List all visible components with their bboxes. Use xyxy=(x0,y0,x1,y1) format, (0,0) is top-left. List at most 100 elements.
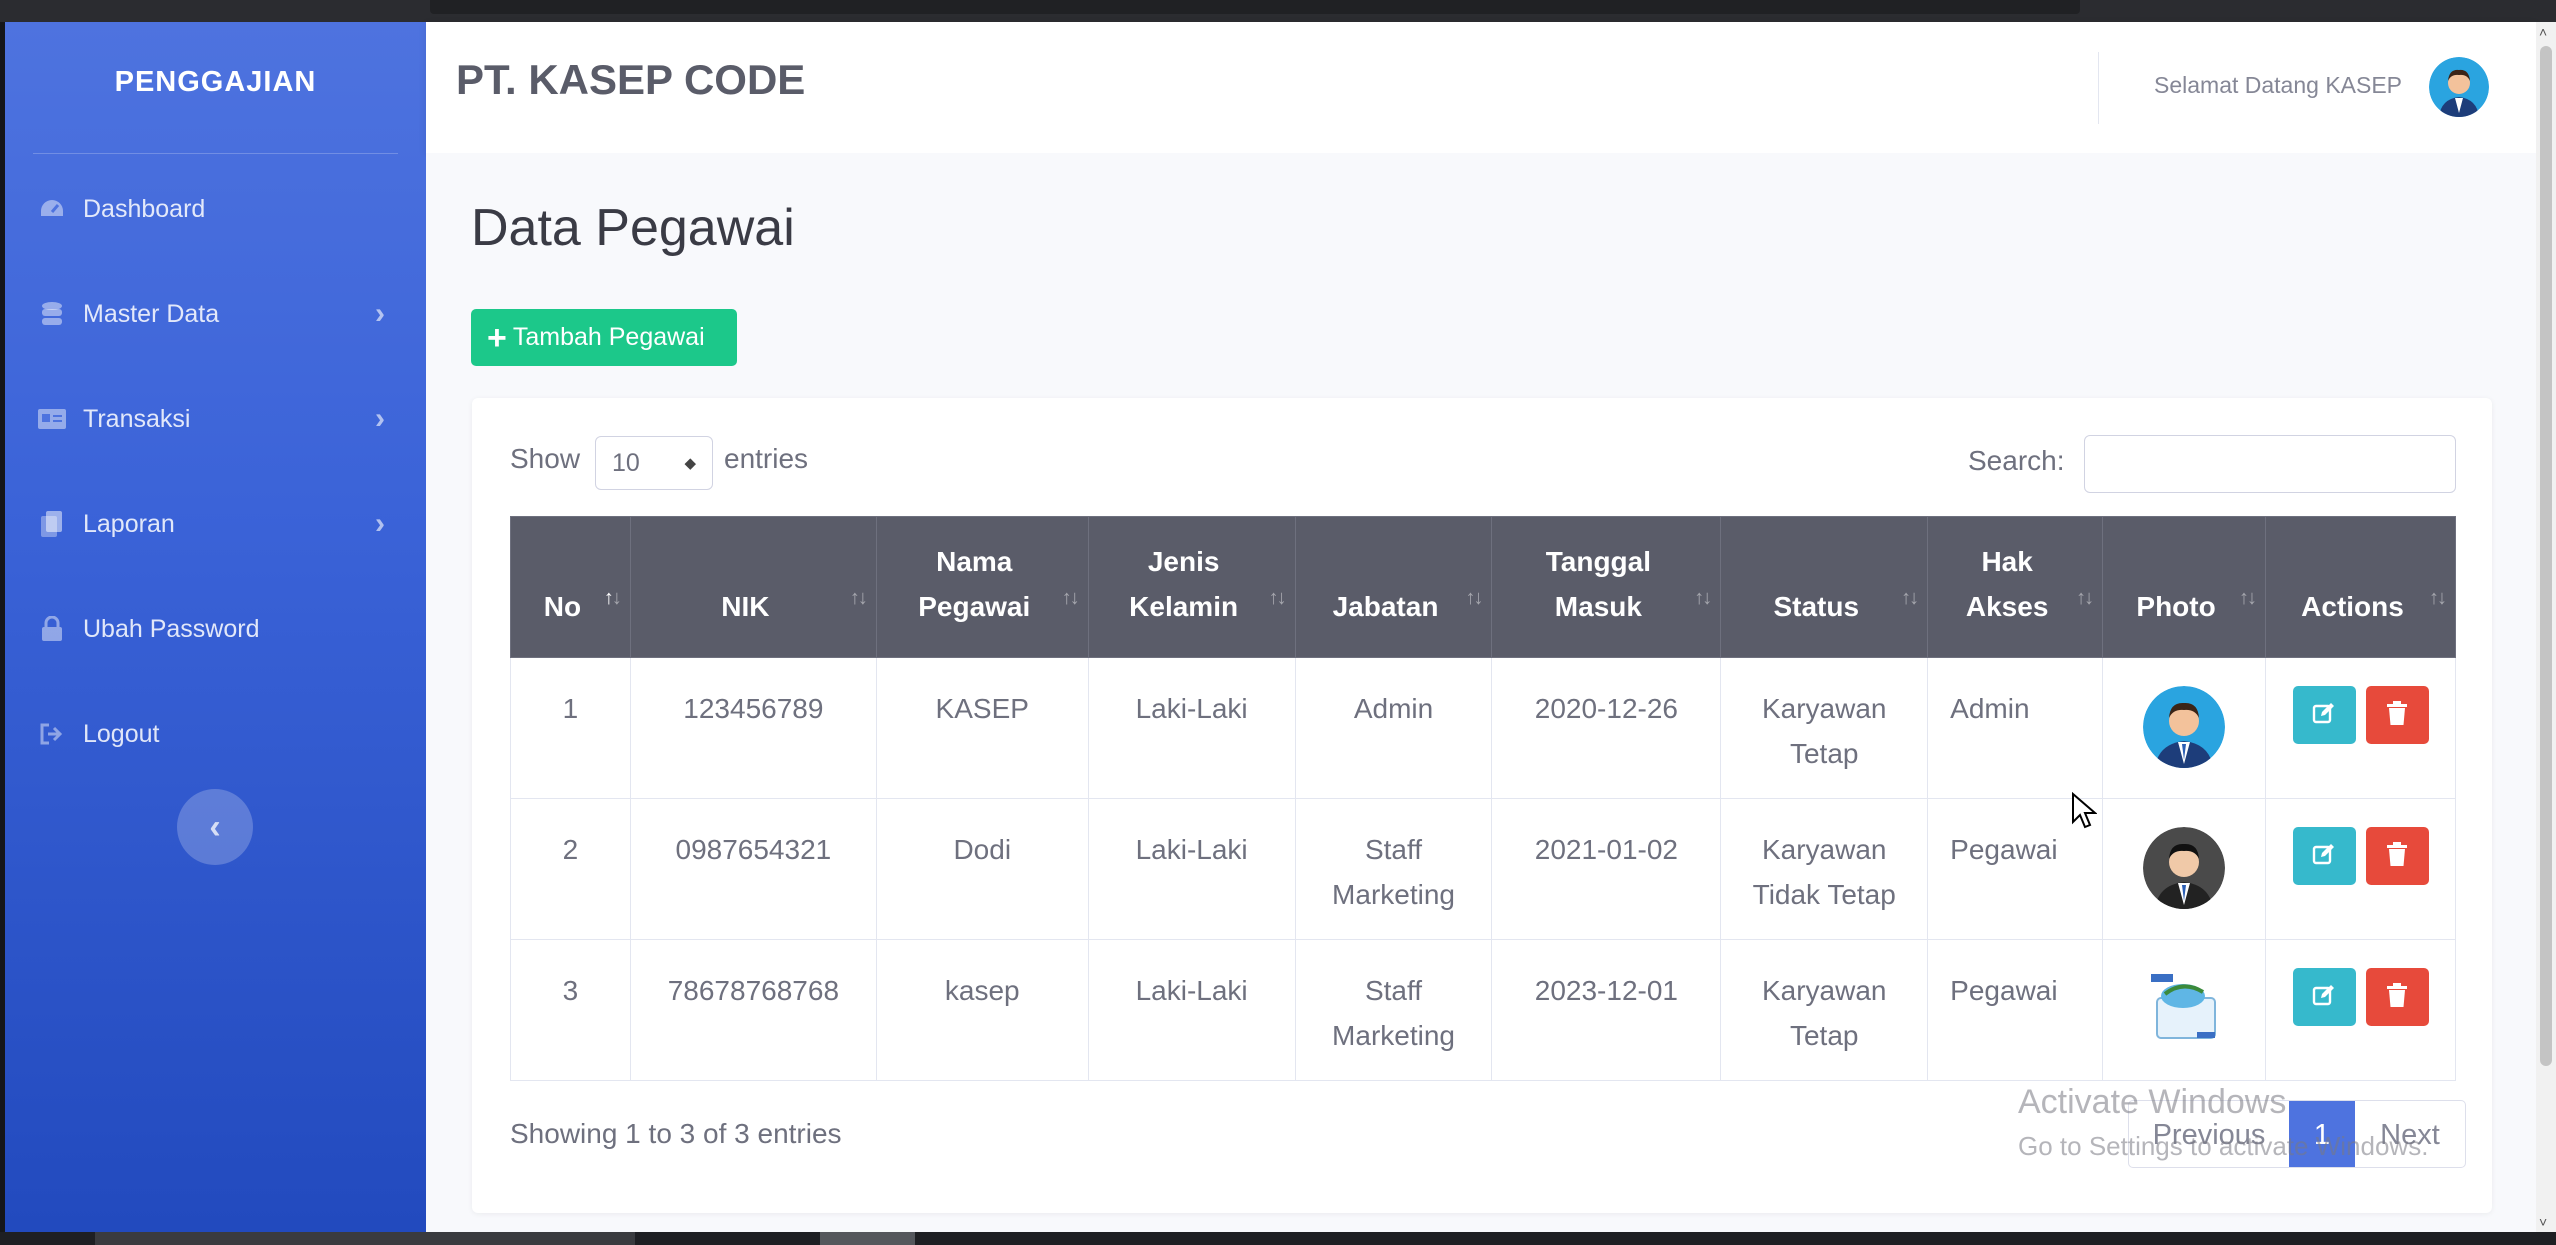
column-header-hak-akses[interactable]: Hak Akses ↑↓ xyxy=(1927,516,2104,658)
sort-icon: ↑↓ xyxy=(2239,587,2257,609)
cell-jenis-kelamin: Laki-Laki xyxy=(1087,798,1296,940)
entries-label: entries xyxy=(724,443,809,474)
cell-jabatan-line1: Staff xyxy=(1364,834,1423,865)
sort-icon: ↑↓ xyxy=(1061,587,1080,609)
sidebar-brand[interactable]: PENGGAJIAN xyxy=(5,66,426,99)
entries-select-value: 10 xyxy=(612,448,640,477)
column-header-line2: Akses xyxy=(1965,591,2049,622)
plus-icon: + xyxy=(487,318,507,357)
edit-icon xyxy=(2312,693,2336,738)
sidebar-item-master-data[interactable]: Master Data › xyxy=(5,284,426,344)
sort-icon: ↑↓ xyxy=(2076,587,2094,609)
taskbar-item[interactable] xyxy=(95,1232,635,1245)
search-input[interactable] xyxy=(2084,435,2456,493)
table-header-row: No ↑↓ NIK ↑↓ Nama Pegawai ↑↓ Jenis Kelamin ↑↓ … xyxy=(510,516,2456,658)
column-header-line2: Actions xyxy=(2301,591,2404,622)
cell-jabatan: Admin xyxy=(1294,657,1493,799)
column-header-line2: Photo xyxy=(2136,591,2216,622)
cell-status-line2: Tetap xyxy=(1789,738,1859,769)
edit-icon xyxy=(2312,834,2336,879)
topbar-divider xyxy=(2098,52,2099,124)
user-avatar[interactable] xyxy=(2429,57,2489,117)
cell-nama: KASEP xyxy=(875,657,1089,799)
edit-button[interactable] xyxy=(2292,827,2356,885)
entries-select[interactable]: 10 ◆ xyxy=(595,436,713,490)
column-header-line2: Kelamin xyxy=(1129,591,1239,622)
chevron-right-icon: › xyxy=(375,402,385,435)
cell-jenis-kelamin: Laki-Laki xyxy=(1087,939,1296,1081)
trash-icon xyxy=(2386,834,2408,879)
sort-icon: ↑↓ xyxy=(1268,587,1287,609)
employee-table: No ↑↓ NIK ↑↓ Nama Pegawai ↑↓ Jenis Kelamin ↑↓ … xyxy=(510,516,2456,1081)
column-header-line1: Tanggal xyxy=(1545,546,1652,577)
browser-top-strip xyxy=(0,0,2556,22)
cell-jabatan-line1: Staff xyxy=(1364,975,1423,1006)
welcome-text[interactable]: Selamat Datang KASEP xyxy=(2154,72,2402,99)
cell-jabatan-line1: Admin xyxy=(1353,693,1434,724)
cell-status: Karyawan Tetap xyxy=(1720,657,1929,799)
sidebar-item-transaksi[interactable]: Transaksi › xyxy=(5,389,426,449)
edit-button[interactable] xyxy=(2292,968,2356,1026)
scroll-down-arrow-icon[interactable]: ˅ xyxy=(2539,1214,2547,1230)
cell-status-line1: Karyawan xyxy=(1761,693,1887,724)
sidebar-item-label: Transaksi xyxy=(83,404,191,433)
column-header-nik[interactable]: NIK ↑↓ xyxy=(629,516,877,658)
column-header-line2: No xyxy=(543,591,582,622)
column-header-tanggal-masuk[interactable]: Tanggal Masuk ↑↓ xyxy=(1491,516,1722,658)
column-header-photo[interactable]: Photo ↑↓ xyxy=(2102,516,2266,658)
cell-status-line2: Tidak Tetap xyxy=(1752,879,1896,910)
sidebar-item-ubah-password[interactable]: Ubah Password xyxy=(5,599,426,659)
cell-jabatan-line2: Marketing xyxy=(1332,1020,1455,1051)
topbar: PT. KASEP CODE Selamat Datang KASEP xyxy=(426,22,2536,153)
column-header-line1: Nama xyxy=(936,546,1013,577)
column-header-line1: Jenis xyxy=(1147,546,1220,577)
cell-jabatan: Staff Marketing xyxy=(1294,939,1493,1081)
column-header-no[interactable]: No ↑↓ xyxy=(510,516,631,658)
sign-out-icon xyxy=(37,719,67,749)
sidebar-item-dashboard[interactable]: Dashboard xyxy=(5,179,426,239)
delete-button[interactable] xyxy=(2365,686,2429,744)
sidebar-item-label: Logout xyxy=(83,719,160,748)
show-label: Show xyxy=(510,443,581,474)
scroll-up-arrow-icon[interactable]: ˄ xyxy=(2539,24,2547,40)
column-header-actions[interactable]: Actions ↑↓ xyxy=(2265,516,2456,658)
trash-icon xyxy=(2386,975,2408,1020)
sidebar-item-label: Laporan xyxy=(83,509,175,538)
cell-nik: 0987654321 xyxy=(629,798,877,940)
cell-actions xyxy=(2265,657,2456,799)
column-header-jenis-kelamin[interactable]: Jenis Kelamin ↑↓ xyxy=(1087,516,1296,658)
cell-tanggal-masuk: 2021-01-02 xyxy=(1491,798,1722,940)
cell-hak-akses: Pegawai xyxy=(1927,939,2104,1081)
delete-button[interactable] xyxy=(2365,968,2429,1026)
sidebar-item-laporan[interactable]: Laporan › xyxy=(5,494,426,554)
sort-icon: ↑↓ xyxy=(1694,587,1712,609)
cell-photo xyxy=(2102,657,2266,799)
sidebar-toggle-button[interactable]: ‹ xyxy=(177,789,253,865)
scrollbar-thumb[interactable] xyxy=(2540,46,2552,1066)
cell-status: Karyawan Tetap xyxy=(1720,939,1929,1081)
edit-icon xyxy=(2312,975,2336,1020)
browser-tab-bar xyxy=(430,0,2080,14)
column-header-nama-pegawai[interactable]: Nama Pegawai ↑↓ xyxy=(875,516,1089,658)
sidebar-item-logout[interactable]: Logout xyxy=(5,704,426,764)
sidebar-item-label: Ubah Password xyxy=(83,614,260,643)
column-header-jabatan[interactable]: Jabatan ↑↓ xyxy=(1294,516,1493,658)
taskbar-item[interactable] xyxy=(820,1232,915,1245)
cell-no: 1 xyxy=(510,657,631,799)
page-scrollbar[interactable]: ˄ ˅ xyxy=(2536,22,2556,1232)
delete-button[interactable] xyxy=(2365,827,2429,885)
cell-status-line1: Karyawan xyxy=(1761,975,1887,1006)
cell-tanggal-masuk: 2020-12-26 xyxy=(1491,657,1722,799)
sidebar-divider xyxy=(33,153,398,154)
activate-windows-title: Activate Windows xyxy=(2018,1083,2287,1121)
company-name: PT. KASEP CODE xyxy=(456,56,806,103)
column-header-status[interactable]: Status ↑↓ xyxy=(1720,516,1929,658)
column-header-line1: Hak xyxy=(1981,546,2033,577)
cell-actions xyxy=(2265,939,2456,1081)
trash-icon xyxy=(2386,693,2408,738)
add-employee-button[interactable]: + Tambah Pegawai xyxy=(471,309,737,366)
chevron-left-icon: ‹ xyxy=(209,807,221,846)
edit-button[interactable] xyxy=(2292,686,2356,744)
employee-photo xyxy=(2143,827,2226,909)
cell-nama: kasep xyxy=(875,939,1089,1081)
